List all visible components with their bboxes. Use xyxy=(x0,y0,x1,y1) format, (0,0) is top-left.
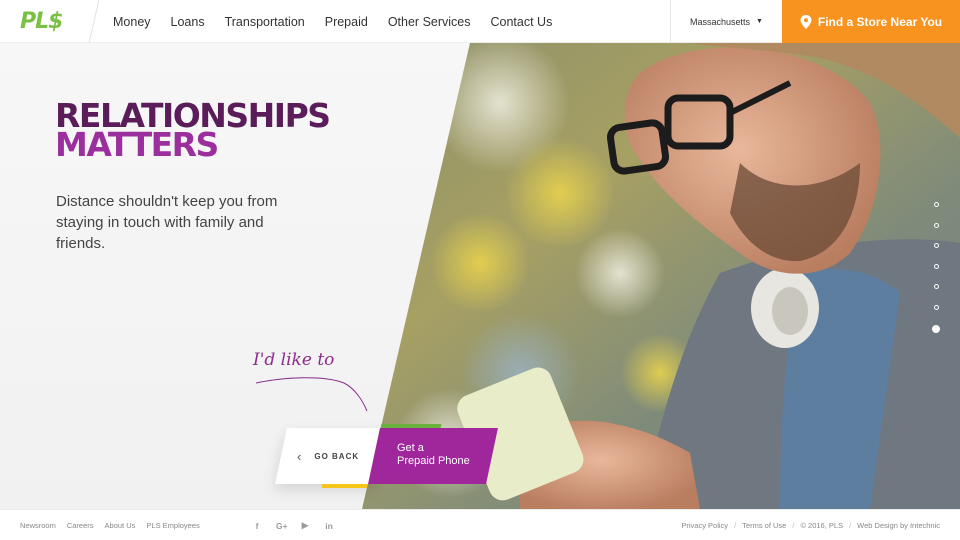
slide-dot[interactable] xyxy=(933,222,939,228)
google-plus-icon[interactable]: G+ xyxy=(276,521,288,531)
terms-of-use-link[interactable]: Terms of Use xyxy=(742,521,786,530)
footer-separator: / xyxy=(734,521,737,530)
script-underline xyxy=(255,377,368,412)
slide-dot-active[interactable] xyxy=(932,325,940,333)
nav-loans[interactable]: Loans xyxy=(171,15,205,29)
footer-link-newsroom[interactable]: Newsroom xyxy=(20,521,56,530)
cta-line-2: Prepaid Phone xyxy=(397,455,470,467)
footer-links: Newsroom Careers About Us PLS Employees xyxy=(20,510,211,540)
linkedin-icon[interactable]: in xyxy=(324,521,334,531)
script-label: I'd like to xyxy=(253,350,335,370)
facebook-icon[interactable]: f xyxy=(252,521,262,531)
find-store-button[interactable]: Find a Store Near You xyxy=(782,0,960,43)
footer-link-about-us[interactable]: About Us xyxy=(105,521,136,530)
slide-dot[interactable] xyxy=(933,202,939,207)
top-header: PL$ Money Loans Transportation Prepaid O… xyxy=(0,0,960,43)
social-links: f G+ ▶ in xyxy=(252,510,348,540)
footer-separator: / xyxy=(792,521,795,530)
cta-line-1: Get a xyxy=(397,442,424,454)
header-divider xyxy=(88,0,100,43)
nav-prepaid[interactable]: Prepaid xyxy=(325,15,368,29)
slide-dot[interactable] xyxy=(933,263,939,269)
footer-link-pls-employees[interactable]: PLS Employees xyxy=(146,521,199,530)
nav-other-services[interactable]: Other Services xyxy=(388,15,471,29)
nav-money[interactable]: Money xyxy=(113,15,151,29)
region-select[interactable]: Massachusetts ▼ xyxy=(670,0,782,43)
go-back-label: GO BACK xyxy=(314,451,360,461)
go-back-button[interactable]: ‹ GO BACK xyxy=(291,428,381,484)
slide-pagination xyxy=(931,202,941,349)
hero-headline: RELATIONSHIPS MATTERS xyxy=(55,99,331,161)
hero-subtext: Distance shouldn't keep you from staying… xyxy=(56,193,278,252)
footer-separator: / xyxy=(849,521,852,530)
nav-transportation[interactable]: Transportation xyxy=(225,15,305,29)
chevron-left-icon: ‹ xyxy=(297,448,303,464)
nav-contact-us[interactable]: Contact Us xyxy=(491,15,553,29)
footer-legal: Privacy Policy / Terms of Use / © 2016, … xyxy=(681,510,940,540)
pls-logo[interactable]: PL$ xyxy=(20,9,63,34)
footer: Newsroom Careers About Us PLS Employees … xyxy=(0,509,960,540)
youtube-icon[interactable]: ▶ xyxy=(300,520,310,531)
find-store-label: Find a Store Near You xyxy=(817,14,943,29)
slide-dot[interactable] xyxy=(933,243,939,248)
hero-section: RELATIONSHIPS MATTERS Distance shouldn't… xyxy=(0,43,960,509)
privacy-policy-link[interactable]: Privacy Policy xyxy=(681,521,728,530)
accent-bar-yellow xyxy=(321,484,368,488)
web-design-credit-link[interactable]: Web Design by Intechnic xyxy=(857,521,940,530)
slide-dot[interactable] xyxy=(933,304,939,310)
caret-down-icon: ▼ xyxy=(756,18,763,25)
region-label: Massachusetts xyxy=(690,16,751,27)
copyright-text: © 2016, PLS xyxy=(800,521,844,530)
prepaid-phone-button[interactable]: Get a Prepaid Phone xyxy=(397,442,492,468)
slide-dot[interactable] xyxy=(933,284,939,289)
footer-link-careers[interactable]: Careers xyxy=(67,521,94,530)
main-nav: Money Loans Transportation Prepaid Other… xyxy=(113,0,572,43)
location-pin-icon xyxy=(800,14,812,29)
